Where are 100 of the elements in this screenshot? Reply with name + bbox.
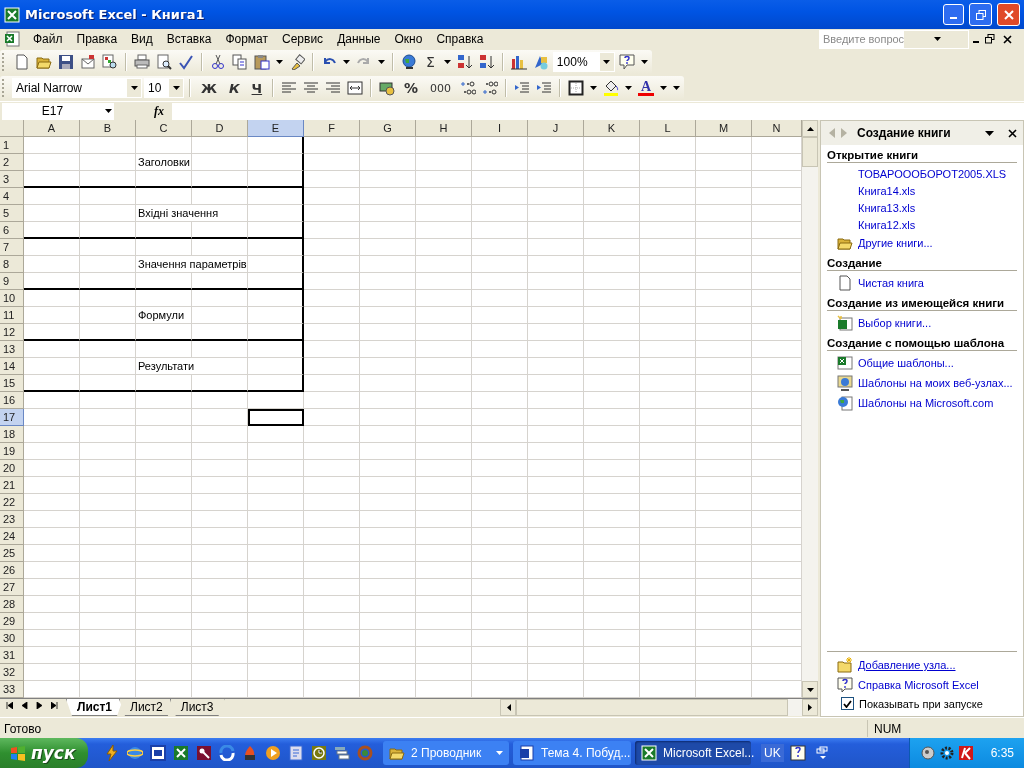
decrease-indent-icon[interactable] <box>514 80 531 96</box>
row-header[interactable]: 20 <box>0 460 24 477</box>
print-preview-icon[interactable] <box>156 54 172 70</box>
row-header[interactable]: 31 <box>0 647 24 664</box>
antivirus-icon[interactable] <box>957 745 974 761</box>
sort-ascending-icon[interactable] <box>456 54 473 70</box>
key-icon[interactable] <box>196 745 212 761</box>
font-color-button[interactable]: A <box>636 80 657 96</box>
bold-button[interactable]: Ж <box>196 80 222 96</box>
menu-item[interactable]: Окно <box>387 30 430 48</box>
percent-button[interactable]: % <box>399 80 424 96</box>
forward-icon[interactable] <box>840 128 849 138</box>
menu-item[interactable]: Вставка <box>159 30 219 48</box>
link[interactable]: Шаблоны на моих веб-узлах... <box>858 377 1013 389</box>
column-header[interactable]: L <box>640 120 696 137</box>
spelling-check-icon[interactable] <box>178 54 194 70</box>
column-header[interactable]: F <box>304 120 360 137</box>
link[interactable]: Общие шаблоны... <box>858 357 954 369</box>
row-header[interactable]: 9 <box>0 273 24 290</box>
lightning-icon[interactable] <box>104 745 120 761</box>
row-header[interactable]: 14 <box>0 358 24 375</box>
save-icon[interactable] <box>58 54 74 70</box>
row-header[interactable]: 3 <box>0 171 24 188</box>
dropdown-arrow-icon[interactable] <box>590 86 598 90</box>
column-header[interactable]: I <box>472 120 528 137</box>
row-header[interactable]: 8 <box>0 256 24 273</box>
flame-icon[interactable] <box>242 745 258 761</box>
minimize-icon[interactable] <box>973 41 979 43</box>
scroll-up-button[interactable] <box>802 120 818 137</box>
checkbox[interactable] <box>841 697 854 710</box>
row-header[interactable]: 16 <box>0 392 24 409</box>
dropdown-arrow-icon[interactable] <box>603 60 611 64</box>
link[interactable]: Шаблоны на Microsoft.com <box>858 397 994 409</box>
column-header[interactable]: H <box>416 120 472 137</box>
menu-item[interactable]: Данные <box>330 30 388 48</box>
magnifier-page-icon[interactable] <box>102 54 118 70</box>
taskbar-button[interactable]: Тема 4. Побуд... <box>513 741 631 765</box>
printer-icon[interactable] <box>134 54 150 70</box>
scrollbar-thumb[interactable] <box>802 137 818 167</box>
close-icon[interactable] <box>1008 128 1017 138</box>
row-header[interactable]: 29 <box>0 613 24 630</box>
row-header[interactable]: 6 <box>0 222 24 239</box>
column-header[interactable]: M <box>696 120 752 137</box>
document-icon[interactable] <box>150 745 166 761</box>
borders-icon[interactable] <box>568 80 585 96</box>
link[interactable]: Книга14.xls <box>858 184 916 197</box>
row-header[interactable]: 27 <box>0 579 24 596</box>
sort-descending-icon[interactable] <box>478 54 495 70</box>
dropdown-arrow-icon[interactable] <box>625 86 633 90</box>
dropdown-arrow-icon[interactable] <box>443 60 451 64</box>
start-button[interactable]: пуск <box>0 738 88 768</box>
arrows-icon[interactable] <box>219 745 235 761</box>
language-indicator[interactable]: UK <box>761 744 784 762</box>
last-sheet-icon[interactable] <box>51 702 58 710</box>
row-header[interactable]: 23 <box>0 511 24 528</box>
row-header[interactable]: 26 <box>0 562 24 579</box>
clock-icon[interactable] <box>311 745 327 761</box>
minimize-button[interactable] <box>943 4 964 25</box>
workbook-icon[interactable] <box>4 31 20 47</box>
sheet-tab[interactable]: Лист3 <box>169 699 225 717</box>
dropdown-arrow-icon[interactable] <box>378 60 385 64</box>
select-all-button[interactable] <box>0 120 24 137</box>
toolbar-options-icon[interactable] <box>673 86 681 90</box>
dropdown-arrow-icon[interactable] <box>985 130 994 136</box>
speech-bubble-icon[interactable] <box>618 54 635 70</box>
folder-icon[interactable] <box>36 54 52 70</box>
row-header[interactable]: 7 <box>0 239 24 256</box>
link[interactable]: Справка Microsoft Excel <box>858 679 979 691</box>
notepad-icon[interactable] <box>288 745 304 761</box>
underline-button[interactable]: Ч <box>246 80 268 96</box>
row-header[interactable]: 28 <box>0 596 24 613</box>
menu-item[interactable]: Вид <box>124 30 160 48</box>
row-header[interactable]: 13 <box>0 341 24 358</box>
play-icon[interactable] <box>265 745 281 761</box>
column-header[interactable]: G <box>360 120 416 137</box>
row-header[interactable]: 5 <box>0 205 24 222</box>
row-header[interactable]: 1 <box>0 137 24 154</box>
scroll-right-button[interactable] <box>802 699 818 717</box>
scroll-left-button[interactable] <box>500 699 516 717</box>
merge-center-icon[interactable] <box>347 80 364 96</box>
formula-field[interactable] <box>172 102 1024 120</box>
back-icon[interactable] <box>827 128 836 138</box>
link[interactable]: Выбор книги... <box>858 317 932 329</box>
row-header[interactable]: 21 <box>0 477 24 494</box>
zoom-dropdown[interactable]: 100% <box>552 52 615 72</box>
column-header[interactable]: E <box>248 120 304 137</box>
font-size-dropdown[interactable]: 10 <box>144 78 184 98</box>
restore-icon[interactable] <box>985 34 995 44</box>
row-header[interactable]: 22 <box>0 494 24 511</box>
help-icon[interactable] <box>789 745 806 761</box>
link[interactable]: Другие книги... <box>858 237 933 249</box>
paint-bucket-icon[interactable] <box>603 80 620 96</box>
gear-icon[interactable] <box>938 745 955 761</box>
italic-button[interactable]: К <box>223 80 245 96</box>
font-dropdown[interactable]: Arial Narrow <box>12 78 142 98</box>
row-header[interactable]: 12 <box>0 324 24 341</box>
previous-sheet-icon[interactable] <box>21 702 28 710</box>
row-header[interactable]: 10 <box>0 290 24 307</box>
row-header[interactable]: 11 <box>0 307 24 324</box>
scroll-down-button[interactable] <box>802 681 818 699</box>
